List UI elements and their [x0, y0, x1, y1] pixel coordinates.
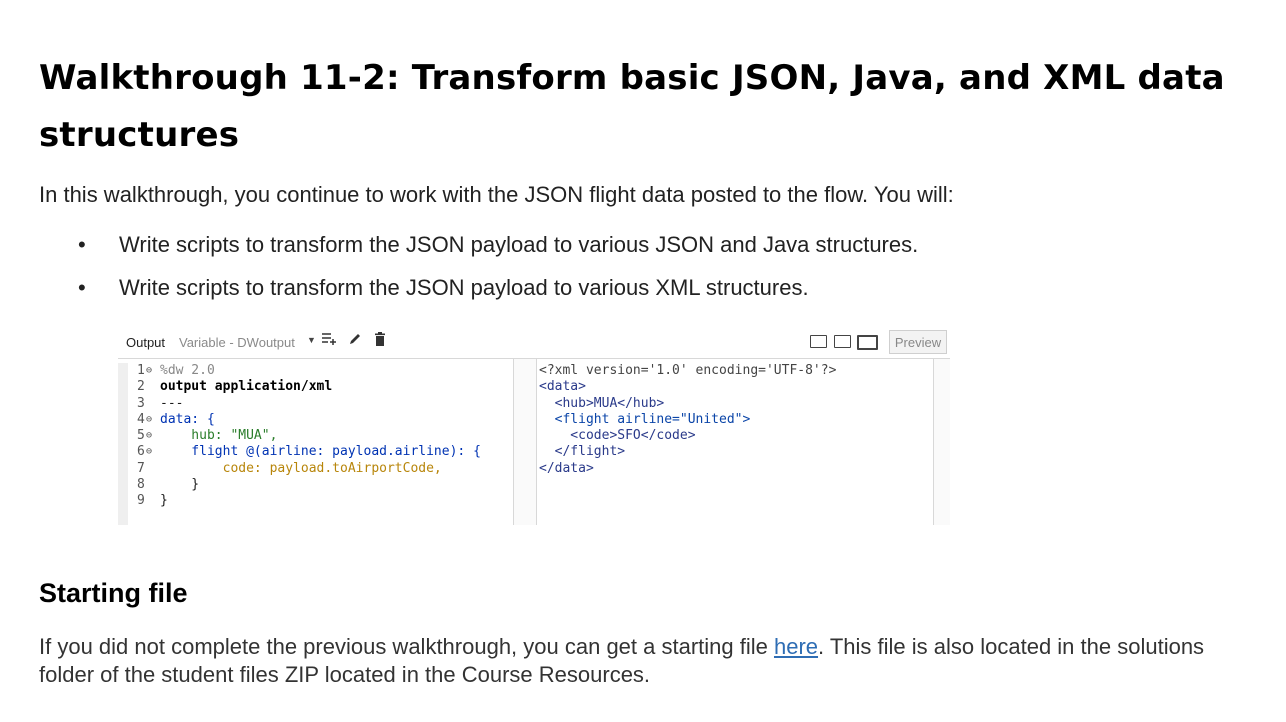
preview-button[interactable]: Preview: [889, 330, 947, 354]
xml-line: </flight>: [539, 444, 626, 460]
fold-icon[interactable]: ⊖: [146, 428, 152, 444]
code-text: data: {: [160, 411, 215, 427]
code-line: 2 output application/xml: [118, 379, 513, 395]
section-heading: Starting file: [39, 578, 188, 608]
paragraph-text: If you did not complete the previous wal…: [39, 634, 774, 659]
fold-icon[interactable]: ⊖: [146, 363, 152, 379]
code-text: %dw 2.0: [160, 363, 215, 378]
dataweave-editor-screenshot: Output Variable - DWoutput ▼ Preview 1⊖: [118, 327, 950, 525]
bullet-text: Write scripts to transform the JSON payl…: [119, 275, 809, 300]
trash-icon[interactable]: [374, 332, 386, 351]
bullet-text: Write scripts to transform the JSON payl…: [119, 232, 919, 257]
xml-line: </data>: [539, 460, 594, 476]
bullet-icon: •: [78, 275, 86, 300]
code-text: }: [160, 493, 168, 509]
script-editor[interactable]: 1 ⊖ %dw 2.0 2 output application/xml 3 --- 4…: [118, 363, 513, 525]
code-text: ---: [160, 395, 184, 411]
bullet-icon: •: [78, 232, 86, 257]
code-line: 6 ⊖ flight @(airline: payload.airline): {: [118, 444, 513, 460]
editor-toolbar: Output Variable - DWoutput ▼ Preview: [118, 327, 950, 359]
line-number: 2: [137, 379, 145, 395]
starting-file-paragraph: If you did not complete the previous wal…: [39, 633, 1259, 689]
variable-selector[interactable]: Variable - DWoutput: [179, 335, 295, 350]
code-line: 1 ⊖ %dw 2.0: [118, 363, 513, 379]
fold-icon[interactable]: ⊖: [146, 444, 152, 460]
line-number: 4: [137, 411, 145, 427]
layout-switcher: [810, 335, 881, 350]
here-link[interactable]: here: [774, 634, 818, 659]
xml-line: <data>: [539, 379, 586, 395]
layout-columns-icon[interactable]: [833, 335, 851, 348]
code-line: 8 }: [118, 477, 513, 493]
code-text: code: payload.toAirportCode,: [160, 460, 442, 476]
line-number: 6: [137, 444, 145, 460]
code-text: flight @(airline: payload.airline): {: [160, 444, 481, 460]
line-number: 1: [137, 363, 145, 378]
line-number: 8: [137, 477, 145, 493]
scrollbar[interactable]: [933, 359, 950, 525]
layout-single-icon[interactable]: [857, 335, 879, 350]
pane-divider[interactable]: [513, 359, 537, 525]
code-line: 4 ⊖ data: {: [118, 412, 513, 428]
intro-paragraph: In this walkthrough, you continue to wor…: [39, 182, 954, 207]
xml-line: <hub>MUA</hub>: [539, 395, 665, 411]
output-preview: <?xml version='1.0' encoding='UTF-8'?> <…: [539, 363, 932, 525]
code-line: 7 code: payload.toAirportCode,: [118, 461, 513, 477]
code-text: }: [160, 477, 200, 493]
code-text: output application/xml: [160, 379, 333, 395]
dropdown-caret-icon[interactable]: ▼: [307, 335, 316, 345]
code-line: 5 ⊖ hub: "MUA",: [118, 428, 513, 444]
output-label: Output: [126, 335, 166, 350]
code-line: 3 ---: [118, 396, 513, 412]
code-text: hub: "MUA",: [160, 428, 278, 444]
xml-line: <?xml version='1.0' encoding='UTF-8'?>: [539, 363, 837, 378]
page-title: Walkthrough 11-2: Transform basic JSON, …: [39, 58, 1225, 155]
line-number: 5: [137, 428, 145, 444]
xml-line: <flight airline="United">: [539, 411, 751, 427]
fold-icon[interactable]: ⊖: [146, 412, 152, 428]
code-line: 9}: [118, 493, 513, 509]
add-list-icon[interactable]: [321, 332, 337, 351]
line-number: 3: [137, 395, 145, 411]
line-number: 7: [137, 460, 145, 476]
pencil-icon[interactable]: [348, 332, 362, 351]
line-number: 9: [137, 493, 145, 509]
layout-split-icon[interactable]: [810, 335, 827, 348]
document-page: Walkthrough 11-2: Transform basic JSON, …: [0, 0, 1286, 722]
xml-line: <code>SFO</code>: [539, 428, 696, 444]
